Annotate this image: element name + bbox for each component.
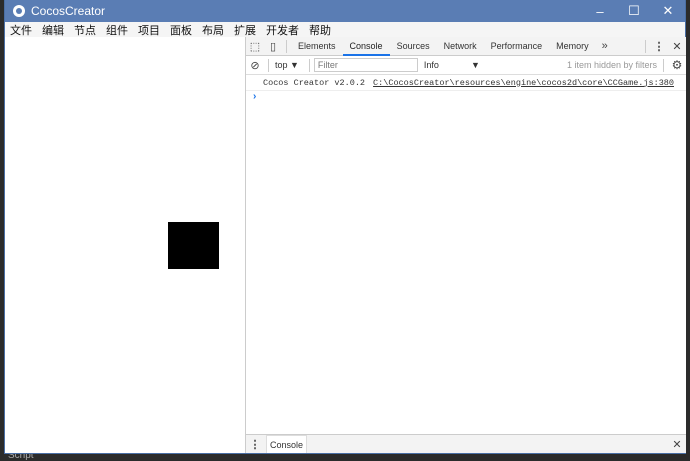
menu-developer[interactable]: 开发者 xyxy=(266,22,299,38)
drawer-menu-icon[interactable]: ⋮ xyxy=(246,438,264,451)
tab-network[interactable]: Network xyxy=(437,37,484,56)
menu-panel[interactable]: 面板 xyxy=(170,22,192,38)
tab-console[interactable]: Console xyxy=(342,37,390,56)
clear-console-icon[interactable]: ⊘ xyxy=(246,59,264,72)
app-window: CocosCreator – ☐ ✕ 文件 编辑 节点 组件 项目 面板 布局 … xyxy=(4,0,686,454)
devtools-panel: ⬚ ▯ Elements Console Sources Network Per… xyxy=(245,37,686,453)
divider xyxy=(663,58,664,72)
drawer-tab-console[interactable]: Console xyxy=(266,435,308,453)
message-source-link[interactable]: C:\CocosCreator\resources\engine\cocos2d… xyxy=(373,78,674,88)
drawer-close-icon[interactable]: ✕ xyxy=(668,438,686,451)
level-value: Info xyxy=(423,60,439,70)
chevron-down-icon: ▼ xyxy=(471,60,480,70)
black-square-sprite xyxy=(168,222,219,269)
menu-component[interactable]: 组件 xyxy=(106,22,128,38)
menu-node[interactable]: 节点 xyxy=(74,22,96,38)
gear-icon[interactable]: ⚙ xyxy=(668,58,686,72)
game-preview xyxy=(5,37,245,453)
inspect-element-icon[interactable]: ⬚ xyxy=(246,40,264,53)
more-tabs-icon[interactable]: » xyxy=(596,40,614,52)
console-message: Cocos Creator v2.0.2 C:\CocosCreator\res… xyxy=(246,75,686,91)
tab-sources[interactable]: Sources xyxy=(390,37,437,56)
devtools-close-icon[interactable]: ✕ xyxy=(668,40,686,53)
console-drawer: ⋮ Console ✕ xyxy=(246,434,686,453)
menu-extension[interactable]: 扩展 xyxy=(234,22,256,38)
tab-performance[interactable]: Performance xyxy=(484,37,550,56)
menu-file[interactable]: 文件 xyxy=(10,22,32,38)
divider xyxy=(308,58,310,72)
message-text: Cocos Creator v2.0.2 xyxy=(263,77,366,88)
menu-help[interactable]: 帮助 xyxy=(309,22,331,38)
filter-input[interactable]: Filter xyxy=(313,58,418,72)
context-select[interactable]: top ▼ xyxy=(275,60,299,70)
minimize-button[interactable]: – xyxy=(583,4,617,19)
tab-memory[interactable]: Memory xyxy=(549,37,596,56)
menu-edit[interactable]: 编辑 xyxy=(42,22,64,38)
maximize-button[interactable]: ☐ xyxy=(617,3,651,19)
kebab-menu-icon[interactable]: ⋮ xyxy=(650,40,668,53)
divider xyxy=(268,58,269,72)
devtools-tabbar: ⬚ ▯ Elements Console Sources Network Per… xyxy=(246,37,686,56)
level-select[interactable]: Info ▼ xyxy=(424,60,480,70)
divider xyxy=(645,39,646,53)
console-prompt[interactable]: › xyxy=(246,91,686,102)
window-title: CocosCreator xyxy=(31,4,106,18)
menu-project[interactable]: 项目 xyxy=(138,22,160,38)
app-logo-icon xyxy=(13,5,25,17)
menu-layout[interactable]: 布局 xyxy=(202,22,224,38)
close-button[interactable]: ✕ xyxy=(651,3,685,19)
title-bar: CocosCreator – ☐ ✕ xyxy=(5,0,685,22)
hidden-items-note: 1 item hidden by filters xyxy=(566,60,657,70)
menu-bar: 文件 编辑 节点 组件 项目 面板 布局 扩展 开发者 帮助 xyxy=(5,22,685,37)
tab-elements[interactable]: Elements xyxy=(291,37,343,56)
divider xyxy=(286,39,287,53)
device-toolbar-icon[interactable]: ▯ xyxy=(264,40,282,53)
console-filter-bar: ⊘ top ▼ Filter Info ▼ 1 item hidden by fi… xyxy=(246,56,686,75)
